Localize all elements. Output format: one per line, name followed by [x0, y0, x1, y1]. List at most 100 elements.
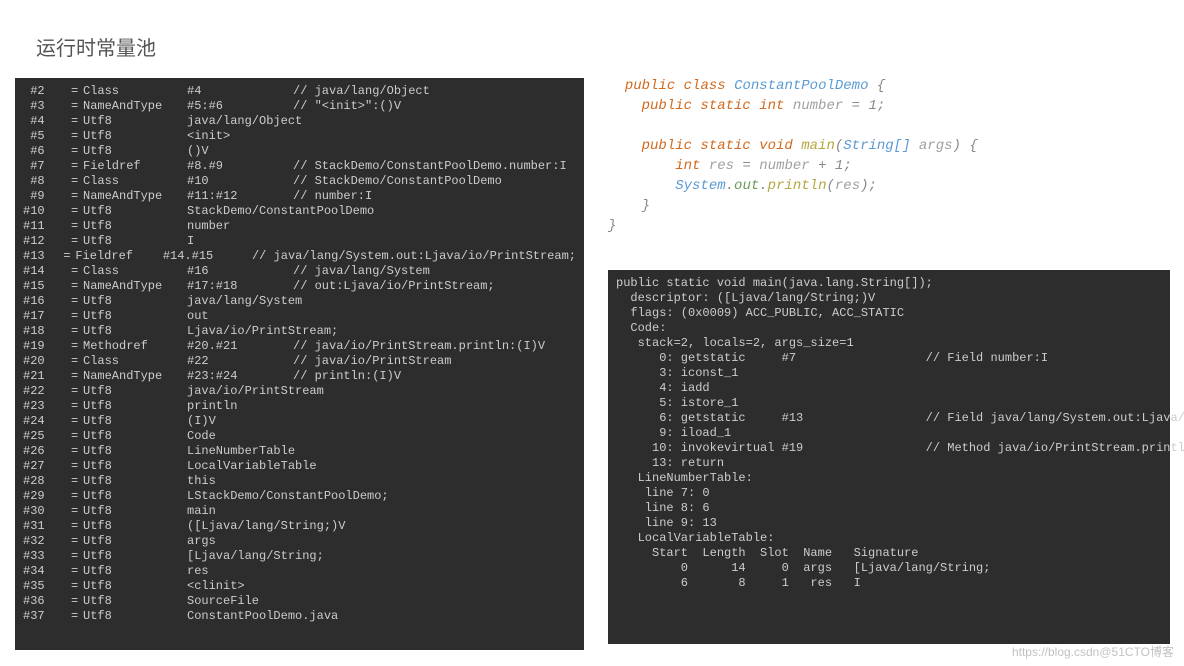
type: Utf8	[83, 144, 187, 159]
brace: {	[969, 138, 977, 154]
ref: res	[187, 564, 293, 579]
watermark: https://blog.csdn@51CTO博客	[1012, 643, 1174, 660]
bytecode-line: public static void main(java.lang.String…	[616, 276, 1162, 291]
bytecode-line: 6: getstatic #13 // Field java/lang/Syst…	[616, 411, 1162, 426]
constant-pool-row: #16= Utf8java/lang/System	[23, 294, 576, 309]
bytecode-line: 13: return	[616, 456, 1162, 471]
idx: #26	[23, 444, 71, 459]
constant-pool-row: #15= NameAndType#17:#18// out:Ljava/io/P…	[23, 279, 576, 294]
constant-pool-row: #4= Utf8java/lang/Object	[23, 114, 576, 129]
constant-pool-row: #19= Methodref#20.#21// java/io/PrintStr…	[23, 339, 576, 354]
constant-pool-row: #24= Utf8(I)V	[23, 414, 576, 429]
ref: #23:#24	[187, 369, 293, 384]
ref: StackDemo/ConstantPoolDemo	[187, 204, 293, 219]
idx: #31	[23, 519, 71, 534]
constant-pool-row: #9= NameAndType#11:#12// number:I	[23, 189, 576, 204]
equals-sign: =	[71, 204, 83, 219]
type: NameAndType	[83, 99, 187, 114]
ref: #14.#15	[163, 249, 252, 264]
type: Utf8	[83, 219, 187, 234]
ref: I	[187, 234, 293, 249]
idx: #5	[23, 129, 71, 144]
constant-pool-row: #3= NameAndType#5:#6// "<init>":()V	[23, 99, 576, 114]
idx: #21	[23, 369, 71, 384]
equals-sign: =	[71, 549, 83, 564]
brace: }	[608, 218, 616, 234]
constant-pool-row: #33= Utf8[Ljava/lang/String;	[23, 549, 576, 564]
cmt: // StackDemo/ConstantPoolDemo	[293, 174, 502, 189]
type: Class	[83, 354, 187, 369]
ref: Ljava/io/PrintStream;	[187, 324, 293, 339]
ref: SourceFile	[187, 594, 293, 609]
bytecode-line: 0: getstatic #7 // Field number:I	[616, 351, 1162, 366]
type: Fieldref	[75, 249, 162, 264]
constant-pool-row: #34= Utf8res	[23, 564, 576, 579]
bytecode-line: descriptor: ([Ljava/lang/String;)V	[616, 291, 1162, 306]
identifier: number	[759, 158, 809, 174]
paren: )	[860, 178, 868, 194]
identifier: args	[919, 138, 953, 154]
semicolon: ;	[877, 98, 885, 114]
constant-pool-row: #28= Utf8this	[23, 474, 576, 489]
paren: )	[953, 138, 961, 154]
ref: ()V	[187, 144, 293, 159]
equals-sign: =	[71, 309, 83, 324]
operator: =	[852, 98, 860, 114]
type: Utf8	[83, 414, 187, 429]
type: Utf8	[83, 234, 187, 249]
ref: <init>	[187, 129, 293, 144]
constant-pool-row: #20= Class#22// java/io/PrintStream	[23, 354, 576, 369]
idx: #32	[23, 534, 71, 549]
cmt: // number:I	[293, 189, 372, 204]
ref: #11:#12	[187, 189, 293, 204]
semicolon: ;	[869, 178, 877, 194]
cmt: // java/io/PrintStream	[293, 354, 451, 369]
bytecode-line: line 8: 6	[616, 501, 1162, 516]
idx: #17	[23, 309, 71, 324]
idx: #9	[23, 189, 71, 204]
type: Utf8	[83, 579, 187, 594]
bytecode-line: 4: iadd	[616, 381, 1162, 396]
constant-pool-row: #23= Utf8println	[23, 399, 576, 414]
idx: #24	[23, 414, 71, 429]
number: 1	[868, 98, 876, 114]
ref: this	[187, 474, 293, 489]
type: Utf8	[83, 444, 187, 459]
method-name: main	[801, 138, 835, 154]
idx: #33	[23, 549, 71, 564]
equals-sign: =	[71, 504, 83, 519]
idx: #8	[23, 174, 71, 189]
equals-sign: =	[71, 519, 83, 534]
idx: #23	[23, 399, 71, 414]
operator: +	[818, 158, 826, 174]
idx: #30	[23, 504, 71, 519]
equals-sign: =	[71, 144, 83, 159]
constant-pool-row: #21= NameAndType#23:#24// println:(I)V	[23, 369, 576, 384]
equals-sign: =	[71, 279, 83, 294]
idx: #25	[23, 429, 71, 444]
idx: #3	[23, 99, 71, 114]
ref: LineNumberTable	[187, 444, 293, 459]
ref: println	[187, 399, 293, 414]
identifier: System	[675, 178, 725, 194]
identifier: res	[709, 158, 734, 174]
equals-sign: =	[71, 129, 83, 144]
ref: #17:#18	[187, 279, 293, 294]
ref: <clinit>	[187, 579, 293, 594]
constant-pool-row: #25= Utf8Code	[23, 429, 576, 444]
idx: #15	[23, 279, 71, 294]
brace: }	[642, 198, 650, 214]
equals-sign: =	[71, 339, 83, 354]
bytecode-line: 0 14 0 args [Ljava/lang/String;	[616, 561, 1162, 576]
constant-pool-row: #27= Utf8LocalVariableTable	[23, 459, 576, 474]
class-name: ConstantPoolDemo	[734, 78, 868, 94]
equals-sign: =	[71, 459, 83, 474]
type: Class	[83, 84, 187, 99]
bytecode-line: Code:	[616, 321, 1162, 336]
bytecode-panel: public static void main(java.lang.String…	[608, 270, 1170, 644]
constant-pool-row: #22= Utf8java/io/PrintStream	[23, 384, 576, 399]
idx: #4	[23, 114, 71, 129]
equals-sign: =	[71, 234, 83, 249]
equals-sign: =	[71, 294, 83, 309]
idx: #13	[23, 249, 63, 264]
